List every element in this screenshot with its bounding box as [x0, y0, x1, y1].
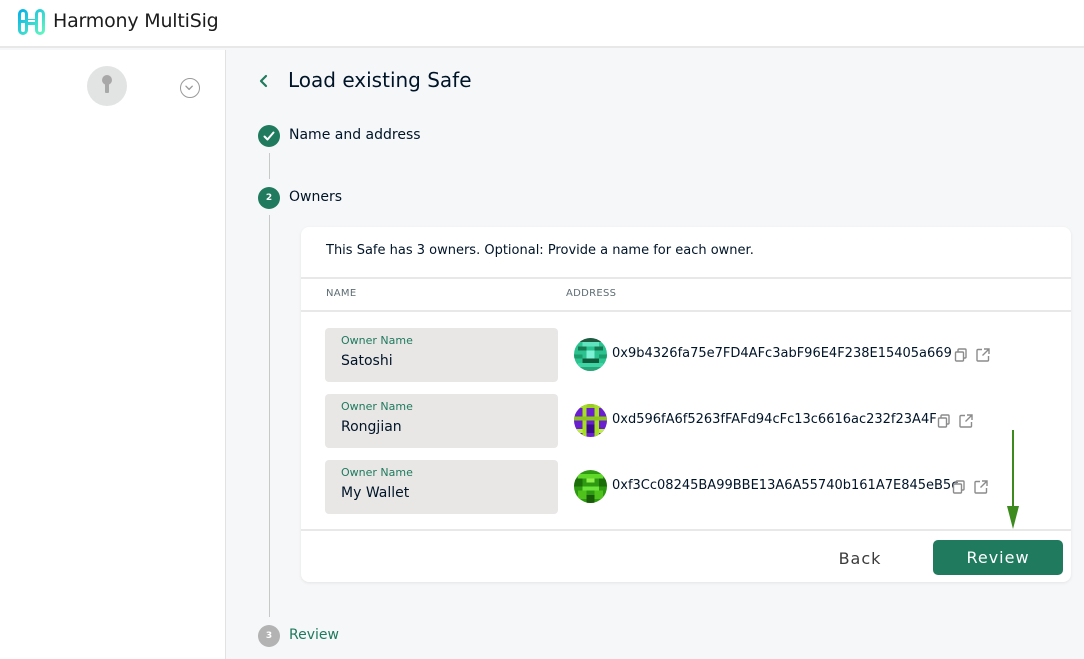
- step-label-review: Review: [289, 627, 339, 643]
- copy-icon[interactable]: [953, 347, 969, 363]
- step-label-name-and-address: Name and address: [289, 127, 421, 143]
- divider: [301, 310, 1071, 312]
- step-3-indicator: 3: [258, 625, 280, 647]
- external-link-icon[interactable]: [958, 413, 974, 429]
- app-title: Harmony MultiSig: [53, 10, 219, 32]
- back-button[interactable]: Back: [821, 540, 899, 576]
- step-label-owners: Owners: [289, 189, 343, 205]
- copy-icon[interactable]: [951, 479, 967, 495]
- chevron-left-icon[interactable]: [257, 72, 271, 90]
- chevron-down-icon[interactable]: [180, 78, 200, 98]
- owner-address: 0xf3Cc08245BA99BBE13A6A55740b161A7E845eB…: [612, 478, 959, 493]
- owner-identicon: [574, 338, 607, 371]
- external-link-icon[interactable]: [975, 347, 991, 363]
- step-connector: [269, 153, 270, 179]
- owner-name-field[interactable]: Owner Name Satoshi: [325, 328, 558, 382]
- owner-identicon: [574, 470, 607, 503]
- copy-icon[interactable]: [936, 413, 952, 429]
- page-title: Load existing Safe: [288, 68, 472, 92]
- divider: [301, 277, 1071, 279]
- divider: [301, 529, 1071, 531]
- owner-name-label: Owner Name: [341, 466, 413, 479]
- external-link-icon[interactable]: [973, 479, 989, 495]
- sidebar: [0, 50, 226, 659]
- owner-name-field[interactable]: Owner Name My Wallet: [325, 460, 558, 514]
- avatar[interactable]: [87, 66, 127, 106]
- owner-name-value[interactable]: Rongjian: [341, 419, 402, 435]
- harmony-logo-icon: [18, 9, 45, 35]
- owner-address: 0x9b4326fa75e7FD4AFc3abF96E4F238E15405a6…: [612, 346, 952, 361]
- owner-name-value[interactable]: Satoshi: [341, 353, 393, 369]
- keyhole-stem: [105, 82, 109, 93]
- step-2-indicator: 2: [258, 187, 280, 209]
- owner-name-label: Owner Name: [341, 334, 413, 347]
- owners-description: This Safe has 3 owners. Optional: Provid…: [326, 243, 754, 258]
- check-icon: [263, 131, 275, 141]
- annotation-arrow-icon: [1007, 430, 1019, 529]
- step-1-indicator: [258, 125, 280, 147]
- owner-address: 0xd596fA6f5263fFAFd94cFc13c6616ac232f23A…: [612, 412, 937, 427]
- owner-name-value[interactable]: My Wallet: [341, 485, 409, 501]
- step-connector: [269, 215, 270, 617]
- column-header-address: ADDRESS: [566, 288, 617, 299]
- owner-name-label: Owner Name: [341, 400, 413, 413]
- review-button[interactable]: Review: [933, 540, 1063, 575]
- owners-card: This Safe has 3 owners. Optional: Provid…: [301, 227, 1071, 582]
- top-bar: Harmony MultiSig: [0, 0, 1084, 48]
- column-header-name: NAME: [326, 288, 357, 299]
- owner-identicon: [574, 404, 607, 437]
- owner-name-field[interactable]: Owner Name Rongjian: [325, 394, 558, 448]
